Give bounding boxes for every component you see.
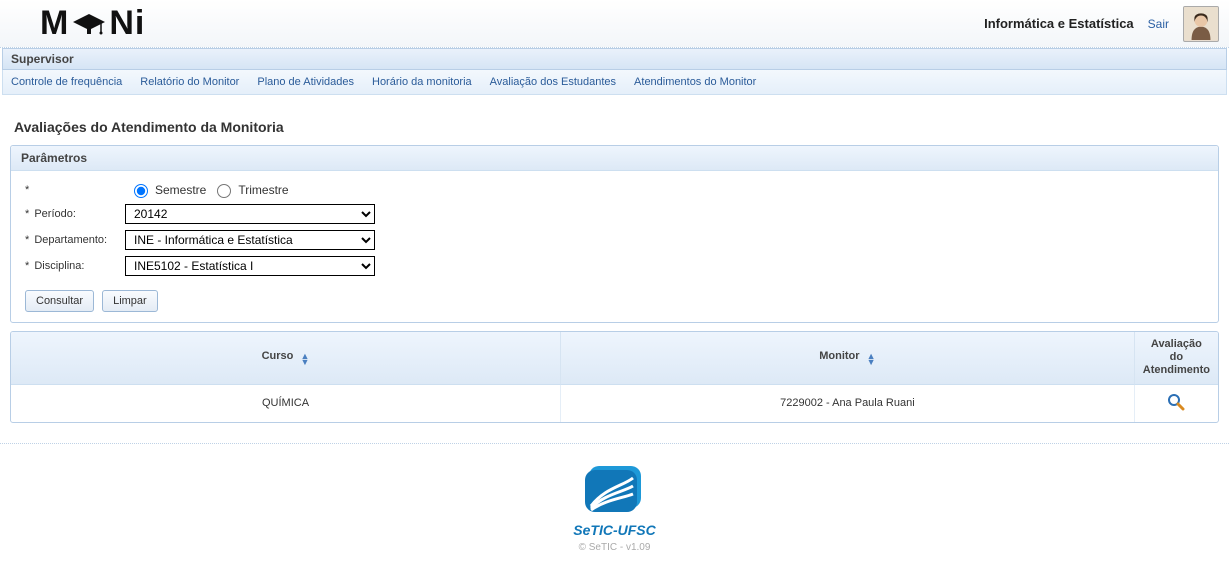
- params-panel-body: * Semestre Trimestre * Período:: [11, 171, 1218, 322]
- period-type-radio-group: Semestre Trimestre: [129, 181, 289, 198]
- cell-curso: QUÍMICA: [11, 385, 561, 422]
- menu-controle-frequencia[interactable]: Controle de frequência: [11, 76, 122, 88]
- graduation-cap-icon: [71, 12, 107, 36]
- table-row: QUÍMICA 7229002 - Ana Paula Ruani: [11, 385, 1218, 422]
- logout-link[interactable]: Sair: [1148, 17, 1169, 31]
- menu-relatorio-monitor[interactable]: Relatório do Monitor: [140, 76, 239, 88]
- limpar-button[interactable]: Limpar: [102, 290, 158, 312]
- radio-trimestre[interactable]: [217, 184, 231, 198]
- logo-text-right: Ni: [109, 4, 145, 43]
- menu-horario-monitoria[interactable]: Horário da monitoria: [372, 76, 472, 88]
- department-name: Informática e Estatística: [984, 16, 1134, 31]
- col-avaliacao: Avaliação do Atendimento: [1135, 332, 1218, 385]
- results-table: Curso ▲▼ Monitor ▲▼ Avaliação do Atendim…: [10, 331, 1219, 423]
- setic-logo-icon: [575, 460, 655, 520]
- menu-plano-atividades[interactable]: Plano de Atividades: [257, 76, 354, 88]
- radio-semestre-text: Semestre: [155, 183, 206, 197]
- role-bar: Supervisor: [2, 48, 1227, 70]
- page-title: Avaliações do Atendimento da Monitoria: [14, 119, 1215, 135]
- row-disciplina: * Disciplina: INE5102 - Estatística I: [25, 256, 1204, 276]
- role-label: Supervisor: [11, 52, 74, 66]
- footer-copyright: © SeTIC - v1.09: [579, 542, 651, 553]
- radio-trimestre-text: Trimestre: [238, 183, 288, 197]
- row-period-type: * Semestre Trimestre: [25, 181, 1204, 198]
- button-row: Consultar Limpar: [25, 290, 1204, 312]
- sort-icon: ▲▼: [867, 353, 876, 365]
- cell-avaliacao: [1135, 385, 1218, 422]
- radio-trimestre-label[interactable]: Trimestre: [212, 181, 288, 198]
- app-logo: M Ni: [40, 4, 145, 43]
- separator: [0, 443, 1229, 444]
- label-periodo: * Período:: [25, 208, 125, 220]
- menu-avaliacao-estudantes[interactable]: Avaliação dos Estudantes: [490, 76, 616, 88]
- row-periodo: * Período: 20142: [25, 204, 1204, 224]
- params-panel: Parâmetros * Semestre Trimestre: [10, 145, 1219, 323]
- label-departamento: * Departamento:: [25, 234, 125, 246]
- footer-brand: SeTIC-UFSC: [573, 522, 655, 538]
- footer-logo: SeTIC-UFSC © SeTIC - v1.09: [0, 460, 1229, 553]
- params-panel-header: Parâmetros: [11, 146, 1218, 171]
- top-bar: M Ni Informática e Estatística Sair: [0, 0, 1229, 48]
- select-periodo[interactable]: 20142: [125, 204, 375, 224]
- top-right: Informática e Estatística Sair: [984, 6, 1219, 42]
- select-disciplina[interactable]: INE5102 - Estatística I: [125, 256, 375, 276]
- menu-atendimentos-monitor[interactable]: Atendimentos do Monitor: [634, 76, 756, 88]
- col-curso[interactable]: Curso ▲▼: [11, 332, 561, 385]
- magnifier-icon[interactable]: [1167, 393, 1185, 411]
- logo-text-left: M: [40, 4, 69, 43]
- label-required-only: *: [25, 184, 125, 196]
- sort-icon: ▲▼: [300, 353, 309, 365]
- select-departamento[interactable]: INE - Informática e Estatística: [125, 230, 375, 250]
- avatar[interactable]: [1183, 6, 1219, 42]
- footer: SeTIC-UFSC © SeTIC - v1.09: [0, 454, 1229, 573]
- label-disciplina: * Disciplina:: [25, 260, 125, 272]
- cell-monitor: 7229002 - Ana Paula Ruani: [561, 385, 1135, 422]
- radio-semestre-label[interactable]: Semestre: [129, 181, 206, 198]
- content: Avaliações do Atendimento da Monitoria P…: [0, 95, 1229, 423]
- menu-bar: Controle de frequência Relatório do Moni…: [2, 70, 1227, 95]
- consultar-button[interactable]: Consultar: [25, 290, 94, 312]
- required-mark: *: [25, 184, 29, 196]
- radio-semestre[interactable]: [134, 184, 148, 198]
- row-departamento: * Departamento: INE - Informática e Esta…: [25, 230, 1204, 250]
- col-monitor[interactable]: Monitor ▲▼: [561, 332, 1135, 385]
